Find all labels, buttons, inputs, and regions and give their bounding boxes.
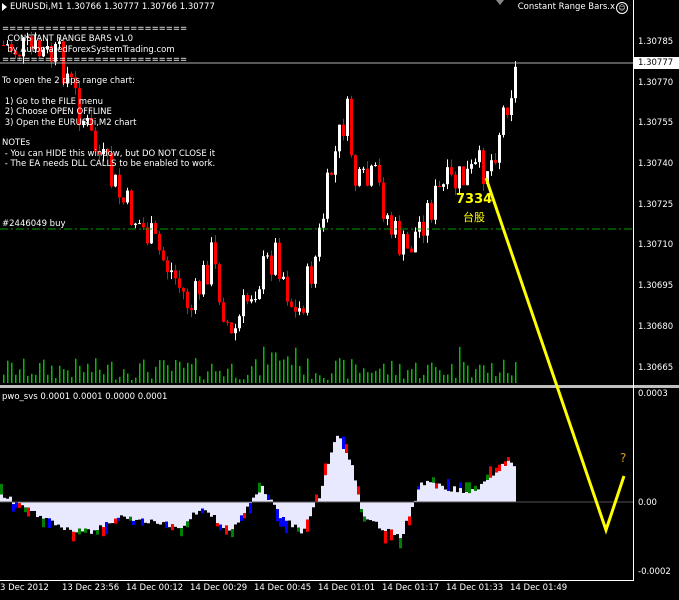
time-label: 14 Dec 01:17 <box>382 583 440 593</box>
price-label: 1.30740 <box>638 159 674 169</box>
annotation-text: 台股 <box>463 211 485 224</box>
price-label: 1.30755 <box>638 118 674 128</box>
time-label: 3 Dec 2012 <box>0 583 49 593</box>
time-label: 14 Dec 00:29 <box>190 583 248 593</box>
annotation-overlay <box>484 177 626 535</box>
current-price-tag: 1.30777 <box>634 57 679 69</box>
forecast-line <box>484 177 626 535</box>
annotation-number: 7334 <box>456 192 493 207</box>
time-label: 14 Dec 00:45 <box>254 583 312 593</box>
time-label: 14 Dec 01:33 <box>446 583 504 593</box>
time-label: 14 Dec 01:49 <box>510 583 568 593</box>
price-label: 1.30785 <box>638 37 674 47</box>
price-label: 1.30665 <box>638 363 674 373</box>
indicator-axis-label: 0.0003 <box>638 389 668 399</box>
annotation-question: ? <box>620 451 627 465</box>
price-label: 1.30680 <box>638 322 674 332</box>
price-label: 1.30695 <box>638 281 674 291</box>
price-label: 1.30770 <box>638 78 674 88</box>
price-label: 1.30710 <box>638 240 674 250</box>
time-label: 14 Dec 00:12 <box>126 583 184 593</box>
indicator-axis-label: 0.00 <box>638 498 657 508</box>
time-label: 13 Dec 23:56 <box>62 583 120 593</box>
time-label: 14 Dec 01:01 <box>318 583 376 593</box>
indicator-axis-label: -0.0002 <box>638 567 671 577</box>
price-label: 1.30725 <box>638 200 674 210</box>
